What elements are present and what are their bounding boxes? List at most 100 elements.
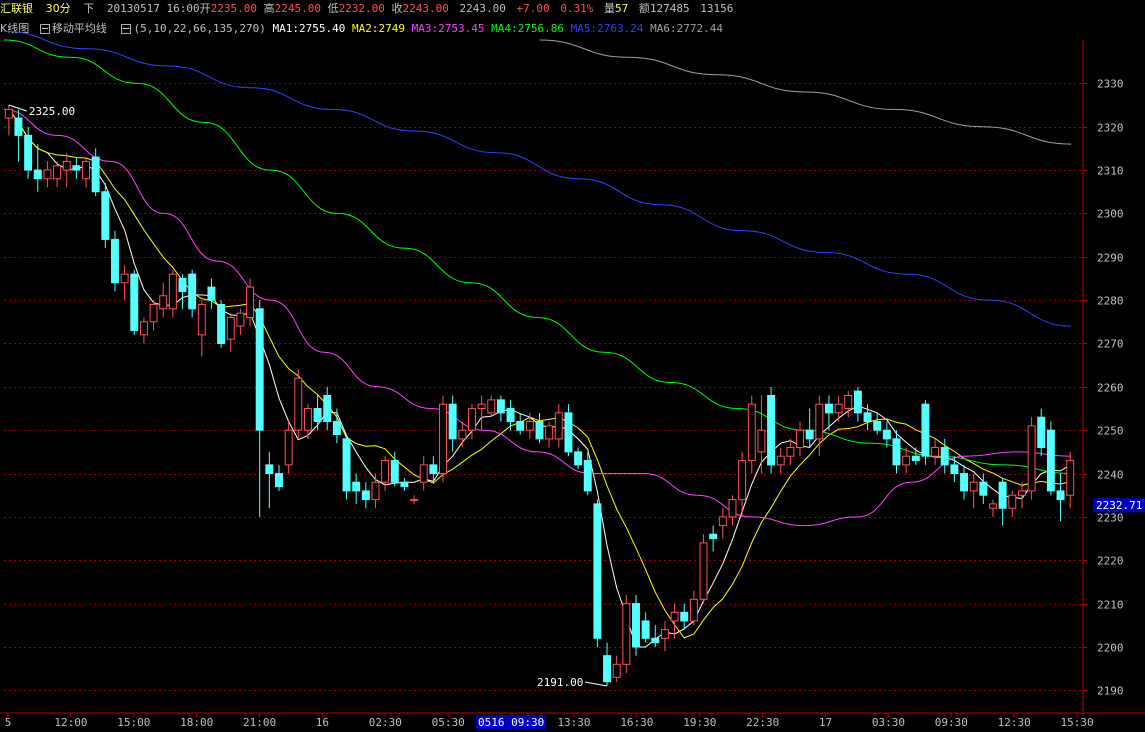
candle-body: [24, 134, 33, 171]
candle-body: [738, 460, 747, 501]
candle: [284, 421, 293, 474]
candle: [709, 525, 718, 552]
candle-body: [632, 603, 640, 648]
candle-body: [767, 395, 776, 466]
candle: [149, 300, 158, 331]
y-tick-label: 2210: [1097, 599, 1124, 612]
candle: [1056, 473, 1065, 522]
candle-body: [882, 429, 891, 440]
candle: [516, 412, 525, 435]
candle: [188, 269, 197, 318]
candle-body: [747, 403, 756, 462]
y-tick-label: 2190: [1097, 685, 1124, 698]
low-marker-line: [584, 681, 608, 687]
candle: [786, 438, 795, 465]
candle-body: [303, 408, 312, 431]
candle-body: [62, 160, 71, 171]
last-price-label: 2232.71: [1096, 499, 1142, 512]
y-tick-label: 2200: [1097, 642, 1124, 655]
candle-body: [130, 273, 139, 331]
candle: [197, 300, 206, 357]
y-tick-label: 2250: [1097, 425, 1124, 438]
candle-body: [622, 603, 631, 665]
candle: [439, 395, 447, 483]
candle-body: [178, 277, 187, 292]
grid-lines: [0, 40, 1145, 714]
candle: [651, 625, 660, 647]
candle: [776, 447, 785, 474]
candle-body: [429, 464, 438, 475]
candle: [680, 603, 689, 630]
candle-body: [892, 438, 901, 466]
candle: [313, 395, 322, 431]
candle: [33, 144, 42, 192]
candle-body: [844, 395, 853, 410]
candle: [91, 148, 100, 197]
x-tick-label: 0516 09:30: [478, 716, 544, 729]
ma6-line: [539, 39, 1072, 145]
candle: [496, 395, 505, 422]
candle-body: [940, 447, 949, 466]
candle: [1046, 421, 1055, 496]
candle: [689, 590, 698, 626]
x-tick-label: 15:30: [1061, 716, 1094, 729]
candle-body: [1008, 494, 1017, 509]
candle-body: [902, 455, 911, 466]
x-tick-label: 17: [819, 716, 832, 729]
y-tick-label: 2310: [1097, 165, 1124, 178]
candle: [303, 404, 312, 439]
candle: [72, 157, 81, 179]
candle: [612, 655, 621, 682]
candle-body: [516, 421, 525, 431]
candle-body: [815, 403, 824, 440]
candle-body: [323, 395, 332, 423]
candle-body: [477, 403, 486, 410]
annotations: 2325.00 2191.00: [8, 104, 608, 689]
candle-body: [931, 447, 940, 457]
y-tick-label: 2330: [1097, 78, 1124, 91]
candle-body: [824, 403, 833, 414]
candle: [101, 183, 110, 249]
candle-body: [487, 399, 496, 414]
candle: [960, 464, 969, 500]
candle: [159, 282, 168, 318]
x-tick-label: 21:00: [243, 716, 276, 729]
candle-body: [651, 637, 660, 644]
candle-body: [43, 169, 52, 180]
candle: [699, 534, 708, 604]
candle: [43, 161, 52, 188]
candle-body: [728, 499, 737, 518]
candle-body: [863, 412, 872, 423]
x-tick-label: 12:00: [54, 716, 87, 729]
candle-body: [53, 165, 62, 180]
candle: [178, 274, 187, 309]
candle: [448, 395, 457, 452]
x-tick-label: 5: [5, 716, 12, 729]
y-tick-label: 2230: [1097, 512, 1124, 525]
y-tick-label: 2270: [1097, 338, 1124, 351]
candle-body: [149, 303, 158, 323]
candle: [294, 369, 303, 439]
candle: [487, 395, 496, 418]
candle: [728, 495, 737, 526]
candle: [554, 404, 563, 448]
candlestick-chart[interactable]: 2325.002191.00 2190220022102220223022402…: [0, 0, 1145, 732]
candle: [419, 456, 428, 491]
candle-body: [853, 390, 862, 414]
candle-body: [709, 533, 718, 540]
candle: [738, 451, 747, 517]
candle-body: [159, 295, 168, 310]
candle-body: [410, 499, 419, 502]
y-tick-label: 2290: [1097, 252, 1124, 265]
ma2-line: [8, 109, 1071, 639]
candle: [564, 404, 573, 457]
candle: [545, 421, 554, 448]
x-tick-label: 19:30: [683, 716, 716, 729]
candle-body: [506, 408, 515, 423]
y-tick-label: 2220: [1097, 555, 1124, 568]
x-tick-label: 16: [316, 716, 329, 729]
candle: [207, 278, 216, 309]
candle: [120, 265, 129, 301]
x-tick-label: 15:00: [117, 716, 150, 729]
candle-body: [110, 238, 119, 284]
